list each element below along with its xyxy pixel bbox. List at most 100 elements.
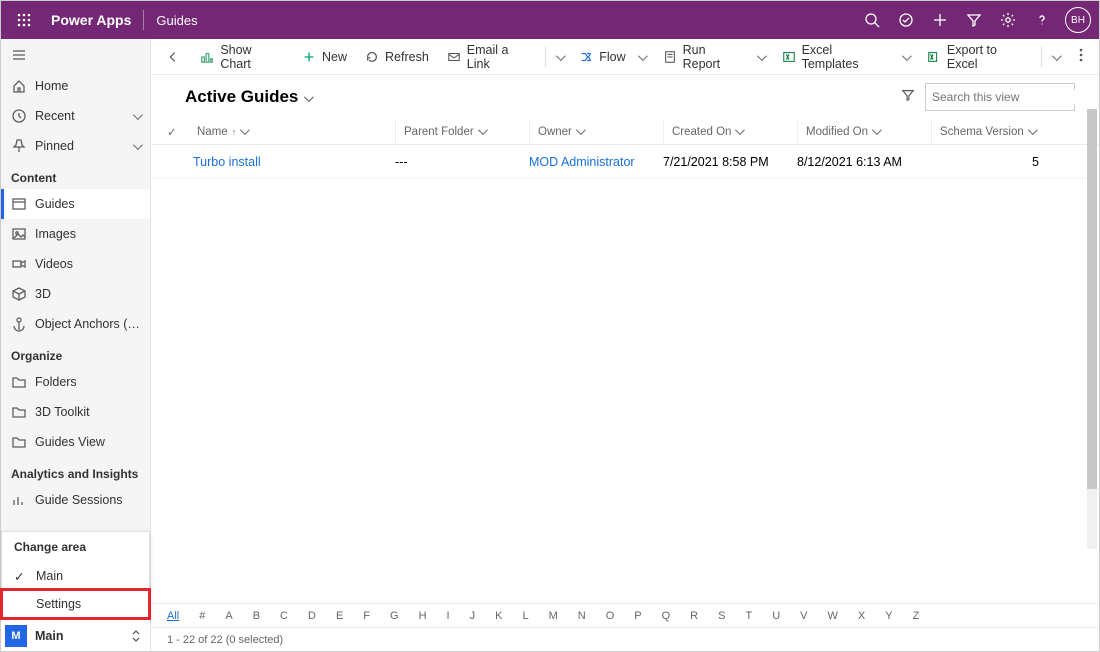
alpha-z[interactable]: Z [913, 610, 920, 622]
alpha-i[interactable]: I [447, 610, 450, 622]
alpha-d[interactable]: D [308, 610, 316, 622]
nav-item-images[interactable]: Images [1, 219, 150, 249]
alpha-g[interactable]: G [390, 610, 399, 622]
row-owner-link[interactable]: MOD Administrator [529, 155, 635, 169]
alpha-f[interactable]: F [363, 610, 370, 622]
nav-item-guides[interactable]: Guides [1, 189, 150, 219]
area-option-label: Main [36, 569, 63, 583]
alpha-b[interactable]: B [253, 610, 260, 622]
alpha-v[interactable]: V [800, 610, 807, 622]
nav-item-folders[interactable]: Folders [1, 367, 150, 397]
select-all-checkbox[interactable]: ✓ [167, 125, 189, 139]
alpha-r[interactable]: R [690, 610, 698, 622]
nav-label: Guides View [35, 435, 140, 449]
funnel-icon[interactable] [957, 1, 991, 39]
alpha-u[interactable]: U [772, 610, 780, 622]
area-option-settings[interactable]: Settings [2, 590, 149, 618]
alpha-e[interactable]: E [336, 610, 343, 622]
area-popup: Change area ✓MainSettings [1, 531, 150, 619]
run-report-button[interactable]: Run Report [655, 42, 772, 72]
email-link-button[interactable]: Email a Link [439, 42, 541, 72]
view-header: Active Guides [151, 75, 1099, 119]
hamburger-icon[interactable] [1, 39, 150, 71]
task-icon[interactable] [889, 1, 923, 39]
new-button[interactable]: New [294, 42, 355, 72]
alpha-a[interactable]: A [225, 610, 232, 622]
nav-recent[interactable]: Recent [1, 101, 150, 131]
nav-item-3d[interactable]: 3D [1, 279, 150, 309]
export-excel-button[interactable]: Export to Excel [919, 42, 1037, 72]
refresh-icon [365, 50, 379, 64]
nav-item-guides-view[interactable]: Guides View [1, 427, 150, 457]
status-bar: 1 - 22 of 22 (0 selected) [151, 627, 1099, 651]
search-input[interactable] [932, 90, 1087, 104]
back-button[interactable] [155, 50, 190, 64]
nav-item-guide-sessions[interactable]: Guide Sessions [1, 485, 150, 515]
alpha-h[interactable]: H [419, 610, 427, 622]
search-icon[interactable] [855, 1, 889, 39]
nav-label: Pinned [35, 139, 125, 153]
alpha-y[interactable]: Y [885, 610, 892, 622]
alpha-n[interactable]: N [578, 610, 586, 622]
alpha-k[interactable]: K [495, 610, 502, 622]
app-name[interactable]: Guides [144, 13, 209, 28]
avatar[interactable]: BH [1065, 7, 1091, 33]
alpha-t[interactable]: T [745, 610, 752, 622]
area-current[interactable]: M Main [1, 619, 150, 651]
chevron-down-icon [133, 139, 140, 153]
alpha-w[interactable]: W [828, 610, 838, 622]
alpha-q[interactable]: Q [662, 610, 671, 622]
row-parent-folder: --- [395, 155, 529, 169]
nav-section-organize: Organize [1, 339, 150, 367]
col-created-on[interactable]: Created On [663, 119, 797, 144]
nav-item-videos[interactable]: Videos [1, 249, 150, 279]
area-option-main[interactable]: ✓Main [2, 562, 149, 590]
overflow-button[interactable] [1067, 48, 1095, 65]
col-owner[interactable]: Owner [529, 119, 663, 144]
alpha-x[interactable]: X [858, 610, 865, 622]
refresh-button[interactable]: Refresh [357, 42, 437, 72]
email-split-chevron[interactable] [550, 50, 569, 64]
alpha-s[interactable]: S [718, 610, 725, 622]
show-chart-button[interactable]: Show Chart [192, 42, 292, 72]
nav-label: Home [35, 79, 140, 93]
nav-item-3d-toolkit[interactable]: 3D Toolkit [1, 397, 150, 427]
alpha-bar: All # A B C D E F G H I J K L M N O P Q R S T U V W X Y Z [151, 603, 1099, 627]
table-row[interactable]: Turbo install---MOD Administrator7/21/20… [151, 145, 1099, 179]
export-split-chevron[interactable] [1046, 50, 1065, 64]
nav-item-object-anchors-prev-[interactable]: Object Anchors (Prev... [1, 309, 150, 339]
col-schema-version[interactable]: Schema Version [931, 119, 1065, 144]
nav-label: Guides [35, 197, 140, 211]
grid-body: Turbo install---MOD Administrator7/21/20… [151, 145, 1099, 603]
col-modified-on[interactable]: Modified On [797, 119, 931, 144]
col-parent-folder[interactable]: Parent Folder [395, 119, 529, 144]
alpha-m[interactable]: M [549, 610, 558, 622]
alpha-j[interactable]: J [470, 610, 476, 622]
alpha-l[interactable]: L [522, 610, 528, 622]
row-name-link[interactable]: Turbo install [193, 155, 261, 169]
updown-icon [128, 628, 144, 644]
excel-templates-button[interactable]: Excel Templates [774, 42, 917, 72]
nav-label: Folders [35, 375, 140, 389]
nav-home[interactable]: Home [1, 71, 150, 101]
flow-button[interactable]: Flow [571, 42, 652, 72]
command-bar: Show Chart New Refresh Email a Link Flow… [151, 39, 1099, 75]
area-popup-header: Change area [2, 532, 149, 562]
alpha-c[interactable]: C [280, 610, 288, 622]
alpha-p[interactable]: P [634, 610, 641, 622]
gear-icon[interactable] [991, 1, 1025, 39]
add-icon[interactable] [923, 1, 957, 39]
view-title[interactable]: Active Guides [185, 87, 311, 107]
filter-icon[interactable] [901, 88, 915, 107]
scrollbar-thumb[interactable] [1087, 109, 1097, 489]
chevron-down-icon [133, 109, 140, 123]
alpha-#[interactable]: # [199, 610, 205, 622]
brand-label[interactable]: Power Apps [39, 12, 143, 28]
alpha-o[interactable]: O [606, 610, 615, 622]
nav-pinned[interactable]: Pinned [1, 131, 150, 161]
app-launcher-icon[interactable] [9, 13, 39, 27]
col-name[interactable]: Name ↑ [189, 119, 395, 144]
help-icon[interactable] [1025, 1, 1059, 39]
view-search[interactable] [925, 83, 1075, 111]
alpha-all[interactable]: All [167, 610, 179, 622]
